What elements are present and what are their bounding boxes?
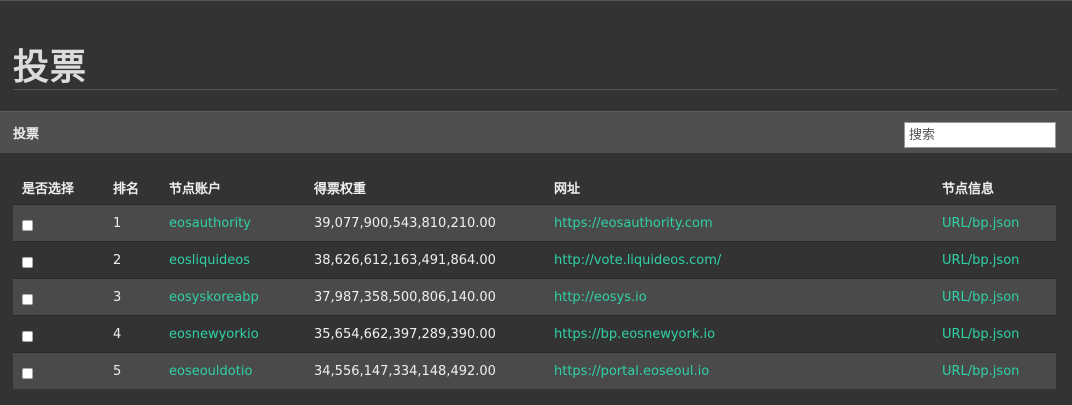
header-rank[interactable]: 排名 — [113, 178, 139, 197]
select-checkbox[interactable] — [22, 368, 33, 379]
rank-cell: 4 — [113, 327, 122, 342]
bp-json-link[interactable]: URL/bp.json — [942, 253, 1019, 268]
weight-cell: 34,556,147,334,148,492.00 — [314, 364, 496, 379]
select-checkbox[interactable] — [22, 257, 33, 268]
header-select[interactable]: 是否选择 — [22, 178, 74, 197]
rank-cell: 1 — [113, 216, 122, 231]
header-info[interactable]: 节点信息 — [942, 178, 994, 197]
select-checkbox[interactable] — [22, 220, 33, 231]
table-body: 1 eosauthority 39,077,900,543,810,210.00 ht… — [13, 204, 1056, 389]
website-link[interactable]: https://portal.eoseoul.io — [554, 364, 709, 379]
bp-json-link[interactable]: URL/bp.json — [942, 290, 1019, 305]
table-row: 4 eosnewyorkio 35,654,662,397,289,390.00 ht… — [13, 315, 1056, 352]
table-row: 5 eoseouldotio 34,556,147,334,148,492.00 ht… — [13, 352, 1056, 389]
panel-title: 投票 — [13, 127, 40, 142]
search-input[interactable] — [904, 122, 1056, 148]
account-link[interactable]: eosyskoreabp — [169, 290, 259, 305]
rank-cell: 5 — [113, 364, 122, 379]
select-checkbox[interactable] — [22, 294, 33, 305]
account-link[interactable]: eosliquideos — [169, 253, 250, 268]
website-link[interactable]: https://bp.eosnewyork.io — [554, 327, 715, 342]
rank-cell: 3 — [113, 290, 122, 305]
vote-page: 投票 投票 是否选择 排名 节点账户 得票权重 网址 节点信息 1 eosauth… — [0, 0, 1072, 405]
weight-cell: 37,987,358,500,806,140.00 — [314, 290, 496, 305]
page-title: 投票 — [13, 47, 88, 88]
panel-header: 投票 — [0, 111, 1072, 153]
table-row: 3 eosyskoreabp 37,987,358,500,806,140.00 ht… — [13, 278, 1056, 315]
website-link[interactable]: http://vote.liquideos.com/ — [554, 253, 721, 268]
bp-json-link[interactable]: URL/bp.json — [942, 364, 1019, 379]
select-checkbox[interactable] — [22, 331, 33, 342]
bp-json-link[interactable]: URL/bp.json — [942, 216, 1019, 231]
header-account[interactable]: 节点账户 — [169, 178, 221, 197]
table-header: 是否选择 排名 节点账户 得票权重 网址 节点信息 — [13, 168, 1056, 204]
weight-cell: 39,077,900,543,810,210.00 — [314, 216, 496, 231]
producer-table: 是否选择 排名 节点账户 得票权重 网址 节点信息 1 eosauthority 3… — [13, 168, 1056, 389]
header-weight[interactable]: 得票权重 — [314, 178, 366, 197]
table-row: 1 eosauthority 39,077,900,543,810,210.00 ht… — [13, 204, 1056, 241]
website-link[interactable]: http://eosys.io — [554, 290, 647, 305]
account-link[interactable]: eosauthority — [169, 216, 251, 231]
rank-cell: 2 — [113, 253, 122, 268]
header-url[interactable]: 网址 — [554, 178, 580, 197]
weight-cell: 38,626,612,163,491,864.00 — [314, 253, 496, 268]
account-link[interactable]: eoseouldotio — [169, 364, 252, 379]
website-link[interactable]: https://eosauthority.com — [554, 216, 713, 231]
table-row: 2 eosliquideos 38,626,612,163,491,864.00 ht… — [13, 241, 1056, 278]
account-link[interactable]: eosnewyorkio — [169, 327, 259, 342]
bp-json-link[interactable]: URL/bp.json — [942, 327, 1019, 342]
title-divider — [13, 89, 1057, 90]
weight-cell: 35,654,662,397,289,390.00 — [314, 327, 496, 342]
